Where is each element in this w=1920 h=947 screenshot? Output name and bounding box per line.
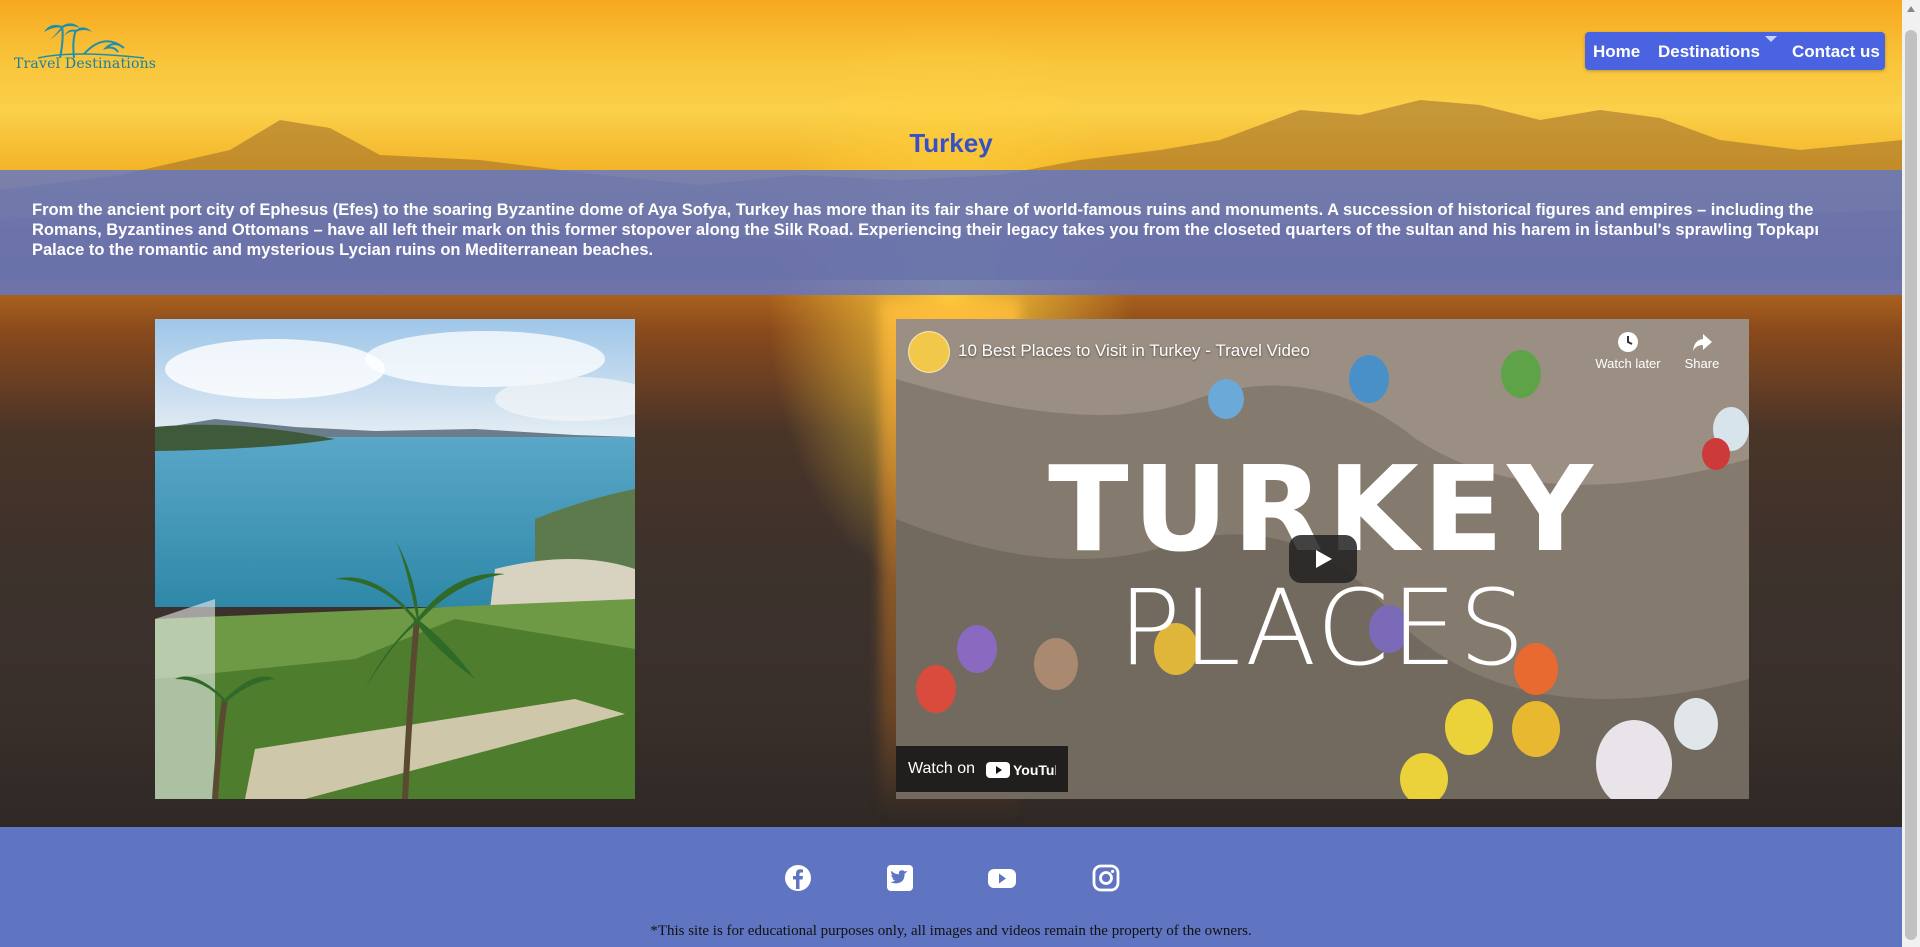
scrollbar-thumb[interactable] [1905,30,1917,940]
turkey-coast-photo [155,319,635,799]
youtube-logo-icon: YouTube [986,762,1056,778]
watch-on-label: Watch on [908,760,975,777]
main-nav: Home Destinations Contact us [1585,32,1885,70]
watch-later-label: Watch later [1595,356,1661,371]
video-title[interactable]: 10 Best Places to Visit in Turkey - Trav… [958,341,1310,361]
scrollbar[interactable] [1902,0,1920,947]
page: Travel Destinations Home Destinations Co… [0,0,1902,947]
video-overlay-subtitle: PLACES [1118,567,1527,689]
nav-home[interactable]: Home [1593,42,1640,62]
twitter-icon[interactable] [884,862,916,894]
youtube-logo-text: YouTube [1013,762,1056,778]
facebook-icon[interactable] [782,862,814,894]
share-label: Share [1684,356,1720,371]
play-button[interactable] [1289,535,1357,583]
intro-band: From the ancient port city of Ephesus (E… [0,170,1902,295]
logo-text[interactable]: Travel Destinations [14,56,156,72]
youtube-video-embed[interactable]: 10 Best Places to Visit in Turkey - Trav… [896,319,1749,799]
footer: *This site is for educational purposes o… [0,827,1902,947]
nav-destinations[interactable]: Destinations [1658,42,1760,62]
clock-icon [1618,332,1638,352]
chevron-down-icon[interactable] [1765,36,1777,42]
scroll-up-icon[interactable] [1907,6,1915,12]
share-button[interactable]: Share [1662,331,1742,371]
channel-avatar[interactable] [908,331,950,373]
youtube-icon[interactable] [986,862,1018,894]
page-title: Turkey [909,128,993,158]
footer-disclaimer: *This site is for educational purposes o… [650,923,1252,939]
nav-contact[interactable]: Contact us [1792,42,1880,62]
intro-text: From the ancient port city of Ephesus (E… [32,201,1819,259]
share-icon [1693,334,1712,351]
instagram-icon[interactable] [1090,862,1122,894]
watch-on-youtube-button[interactable]: Watch on YouTube [896,746,1068,792]
watch-later-button[interactable]: Watch later [1588,331,1668,371]
